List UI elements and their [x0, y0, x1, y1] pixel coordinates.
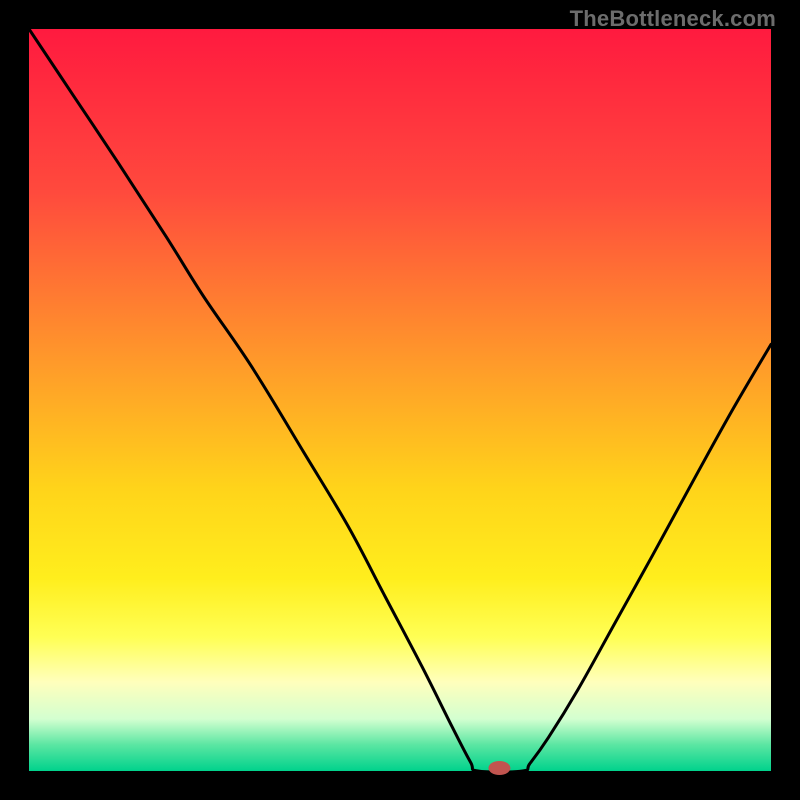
- plot-background: [29, 29, 771, 771]
- chart-frame: { "watermark": "TheBottleneck.com", "plo…: [0, 0, 800, 800]
- bottleneck-chart: [0, 0, 800, 800]
- minimum-marker: [488, 761, 510, 775]
